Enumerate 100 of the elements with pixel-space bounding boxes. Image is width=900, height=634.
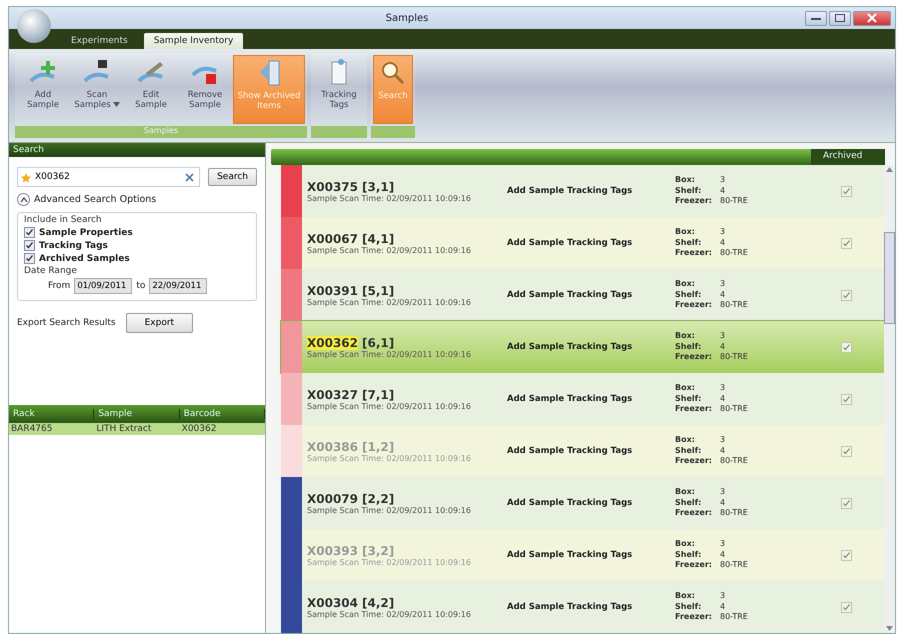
ribbon-tab[interactable]: Sample Inventory: [144, 33, 244, 49]
group-title: Include in Search: [24, 215, 103, 225]
column-header[interactable]: Archived: [811, 149, 885, 165]
maximize-button[interactable]: [829, 10, 851, 26]
scan-time: Sample Scan Time: 02/09/2011 10:09:16: [307, 454, 472, 462]
maximize-icon: [835, 14, 845, 22]
field-value: 80-TRE: [720, 352, 749, 363]
sample-row[interactable]: X00386 [1,2] Sample Scan Time: 02/09/2011 10:09:16 Add Sample Tracking Tags Box: 3 Shelf: 4 Freezer: 80-TRE: [281, 425, 884, 477]
checkbox[interactable]: [24, 240, 35, 251]
field-label: Shelf:: [675, 550, 702, 560]
archived-checkbox[interactable]: [841, 550, 852, 560]
sample-id: X00393: [307, 544, 358, 558]
sample-id: X00079: [307, 492, 358, 506]
scroll-down-icon[interactable]: [886, 626, 893, 631]
field-value: 3: [720, 175, 726, 186]
search-button[interactable]: Search: [208, 168, 257, 186]
tracking-tags-link[interactable]: Add Sample Tracking Tags: [507, 290, 675, 300]
scan-time: Sample Scan Time: 02/09/2011 10:09:16: [307, 298, 472, 306]
date-field[interactable]: 22/09/2011: [149, 278, 208, 294]
scan-time: Sample Scan Time: 02/09/2011 10:09:16: [307, 506, 472, 514]
group-footer: [311, 126, 367, 138]
sample-position: [3,1]: [362, 180, 394, 194]
column-header[interactable]: Rack: [9, 409, 94, 419]
archived-checkbox[interactable]: [841, 498, 852, 508]
archived-checkbox[interactable]: [841, 342, 852, 352]
tracking-tags-link[interactable]: Add Sample Tracking Tags: [507, 602, 675, 612]
advanced-options-label: Advanced Search Options: [34, 194, 156, 205]
field-value: 80-TRE: [720, 300, 749, 311]
field-value: 4: [720, 238, 726, 248]
field-label: Freezer:: [675, 352, 713, 363]
sample-row[interactable]: X00079 [2,2] Sample Scan Time: 02/09/2011 10:09:16 Add Sample Tracking Tags Box: 3 Shelf: 4 Freezer: 80-TRE: [281, 477, 884, 529]
date-field[interactable]: 01/09/2011: [74, 278, 132, 294]
sample-position: [5,1]: [362, 284, 394, 298]
close-icon: [867, 13, 877, 23]
sample-id: X00362: [307, 336, 358, 350]
tracking-tags-link[interactable]: Add Sample Tracking Tags: [507, 342, 675, 352]
field-value: 80-TRE: [720, 248, 749, 259]
ribbon-button[interactable]: Add Sample: [17, 55, 69, 124]
field-label: Freezer:: [675, 508, 713, 519]
sample-row[interactable]: X00362 [6,1] Sample Scan Time: 02/09/2011 10:09:16 Add Sample Tracking Tags Box: 3 Shelf: 4 Freezer: 80-TRE: [281, 321, 884, 373]
close-button[interactable]: [853, 10, 891, 26]
tracking-tags-link[interactable]: Add Sample Tracking Tags: [507, 186, 675, 196]
tracking-tags-link[interactable]: Add Sample Tracking Tags: [507, 394, 675, 404]
ribbon-button[interactable]: Tracking Tags: [313, 55, 365, 124]
sample-id: X00386: [307, 440, 358, 454]
sample-row[interactable]: X00375 [3,1] Sample Scan Time: 02/09/2011 10:09:16 Add Sample Tracking Tags Box: 3 Shelf: 4 Freezer: 80-TRE: [281, 165, 884, 217]
column-header[interactable]: Sample: [94, 409, 180, 419]
export-label: Export Search Results: [17, 318, 116, 328]
field-label: Box:: [675, 383, 696, 394]
field-value: 4: [720, 550, 726, 560]
ribbon-tab[interactable]: Experiments: [61, 33, 138, 49]
sample-row[interactable]: X00304 [4,2] Sample Scan Time: 02/09/2011 10:09:16 Add Sample Tracking Tags Box: 3 Shelf: 4 Freezer: 80-TRE: [281, 581, 884, 633]
checkbox[interactable]: [24, 253, 35, 264]
field-value: 80-TRE: [720, 404, 749, 415]
sample-row[interactable]: X00327 [7,1] Sample Scan Time: 02/09/2011 10:09:16 Add Sample Tracking Tags Box: 3 Shelf: 4 Freezer: 80-TRE: [281, 373, 884, 425]
column-header[interactable]: Barcode: [180, 409, 265, 419]
sample-row[interactable]: X00067 [4,1] Sample Scan Time: 02/09/2011 10:09:16 Add Sample Tracking Tags Box: 3 Shelf: 4 Freezer: 80-TRE: [281, 217, 884, 269]
field-value: 3: [720, 487, 726, 498]
archived-checkbox[interactable]: [841, 186, 852, 196]
field-label: Freezer:: [675, 404, 713, 415]
scrollbar-thumb[interactable]: [884, 232, 895, 324]
archived-checkbox[interactable]: [841, 602, 852, 612]
clear-icon[interactable]: [185, 173, 194, 182]
field-label: Freezer:: [675, 300, 713, 311]
tracking-tags-link[interactable]: Add Sample Tracking Tags: [507, 550, 675, 560]
scrollbar[interactable]: [884, 165, 895, 633]
tracking-tags-link[interactable]: Add Sample Tracking Tags: [507, 498, 675, 508]
field-value: 3: [720, 435, 726, 446]
checkbox-label: Tracking Tags: [39, 240, 108, 250]
field-label: Shelf:: [675, 186, 702, 196]
field-label: Freezer:: [675, 456, 713, 467]
tracking-tags-link[interactable]: Add Sample Tracking Tags: [507, 238, 675, 248]
export-button[interactable]: Export: [126, 313, 194, 333]
minimize-button[interactable]: [805, 10, 827, 26]
chevron-icon: [20, 196, 28, 202]
app-orb-icon[interactable]: [17, 9, 51, 43]
archived-checkbox[interactable]: [841, 238, 852, 248]
sample-row[interactable]: X00391 [5,1] Sample Scan Time: 02/09/2011 10:09:16 Add Sample Tracking Tags Box: 3 Shelf: 4 Freezer: 80-TRE: [281, 269, 884, 321]
sample-id: X00327: [307, 388, 358, 402]
search-field[interactable]: X00362: [17, 167, 200, 187]
sample-position: [4,2]: [362, 596, 394, 610]
sample-position: [3,2]: [362, 544, 394, 558]
checkbox[interactable]: [24, 227, 35, 238]
result-row[interactable]: BAR4765 LITH Extract X00362: [9, 423, 265, 435]
tracking-tags-link[interactable]: Add Sample Tracking Tags: [507, 446, 675, 456]
ribbon-button[interactable]: Edit Sample: [125, 55, 177, 124]
sample-row[interactable]: X00393 [3,2] Sample Scan Time: 02/09/2011 10:09:16 Add Sample Tracking Tags Box: 3 Shelf: 4 Freezer: 80-TRE: [281, 529, 884, 581]
group-title: Date Range: [24, 266, 78, 276]
from-label: From: [48, 281, 70, 291]
field-label: Box:: [675, 487, 696, 498]
scroll-up-icon[interactable]: [886, 167, 893, 172]
ribbon-button[interactable]: Scan Samples: [71, 55, 123, 124]
expander-button[interactable]: [17, 193, 30, 206]
field-value: 3: [720, 383, 726, 394]
archived-checkbox[interactable]: [841, 394, 852, 404]
field-value: 4: [720, 446, 726, 456]
field-value: 4: [720, 290, 726, 300]
ribbon-button[interactable]: Remove Sample: [179, 55, 231, 124]
archived-checkbox[interactable]: [841, 290, 852, 300]
archived-checkbox[interactable]: [841, 446, 852, 456]
